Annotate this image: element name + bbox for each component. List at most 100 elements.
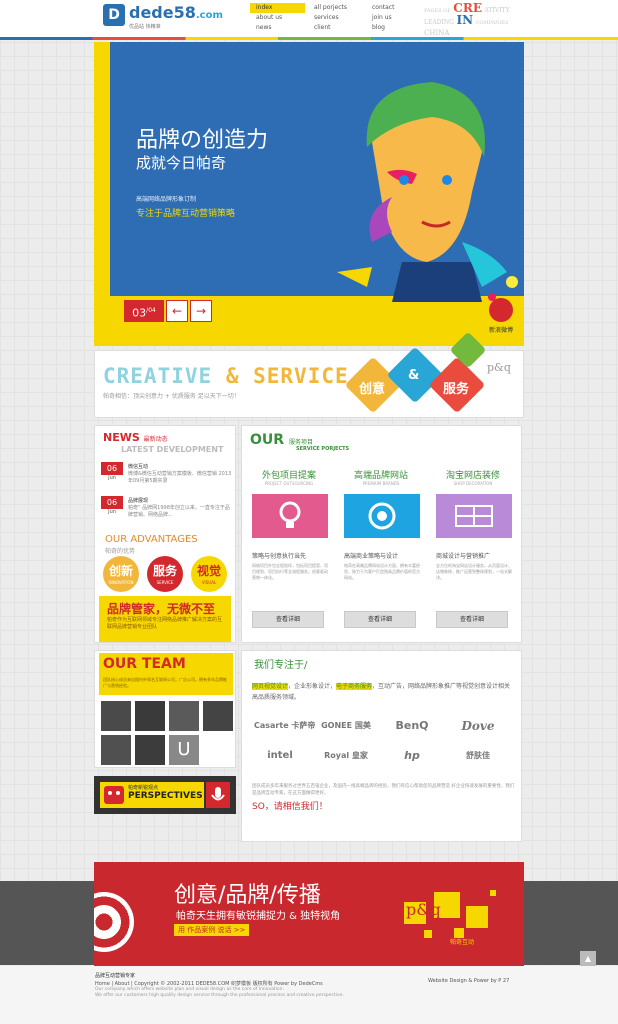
slide-next-button[interactable]: → xyxy=(190,300,212,322)
client-logo-benq[interactable]: BenQ xyxy=(386,715,438,737)
logo-mark: D xyxy=(103,4,125,26)
team-panel: OUR TEAM 团队核心成员来自国内外知名互联网公司，广告公司，拥有多年品牌推… xyxy=(94,650,236,768)
advantage-visual: 视觉 VISUAL xyxy=(191,556,227,592)
nav-join[interactable]: join us xyxy=(366,13,421,23)
services-subheading: SERVICE PORJECTS xyxy=(296,446,350,452)
creative-amp: & xyxy=(225,364,240,388)
hero-small-line-1: 高端网络品牌形象订制 xyxy=(136,196,197,203)
advantage-service-cn: 服务 xyxy=(152,564,177,578)
news-subheading: LATEST DEVELOPMENT xyxy=(121,445,224,454)
perspectives-banner[interactable]: 帕奇新锐观点 PERSPECTIVES xyxy=(94,776,236,814)
news-heading-en: NEWS xyxy=(103,431,140,444)
corner-text-5: IN xyxy=(456,13,474,27)
service-description: 网络项目外包全程陪伴，包括项目提案、项目规划、项目执行等全流程服务，创意驱动营销… xyxy=(252,563,328,580)
nav-index[interactable]: index xyxy=(250,3,305,13)
promo-title: 创意/品牌/传播 xyxy=(174,883,321,908)
team-description: 团队核心成员来自国内外知名互联网公司，广告公司，拥有多年品牌推广与营销经验。 xyxy=(103,677,227,688)
client-logo-royal[interactable]: Royal 皇家 xyxy=(320,745,372,767)
back-to-top-button[interactable]: ▲ xyxy=(580,951,596,967)
lightbulb-icon xyxy=(252,494,328,538)
news-item[interactable]: 06 Jun 微信互动 微博&微信互动营销方案模板、微信营销 2013年09月第5… xyxy=(101,462,233,492)
hero-small-line-2: 专注于品牌互动营销策略 xyxy=(136,209,236,219)
services-heading-cn: 服务项目 xyxy=(288,439,313,446)
hero-subtitle: 成就今日帕奇 xyxy=(136,154,227,172)
nav-news[interactable]: news xyxy=(250,23,305,33)
client-logo-casarte[interactable]: Casarte 卡萨帝 xyxy=(254,715,315,737)
news-title[interactable]: 品牌展现 xyxy=(128,497,148,504)
news-month: Jun xyxy=(108,509,116,515)
smiley-icon xyxy=(104,786,124,804)
slide-prev-button[interactable]: ← xyxy=(166,300,188,322)
client-logo-gonee[interactable]: GONEE 国美 xyxy=(320,715,372,737)
promo-banner: 创意/品牌/传播 帕奇天生拥有敏锐捕捉力 & 独特视角 用 作品案例 说话 >>… xyxy=(94,862,524,966)
service-description: 帕奇在高端品牌网站设计方面，拥有丰富经验，致力于为客户打造独具品牌价值的官方网站… xyxy=(344,563,420,580)
focus-description: 网页视觉设计，企业形象设计，电子商务服务，互动广告，网络品牌形象推广等视觉创意设… xyxy=(252,681,514,703)
service-detail-button[interactable]: 查看详细 xyxy=(436,611,508,628)
weibo-link[interactable]: 新浪微博 xyxy=(479,298,523,342)
team-more-tile[interactable]: U xyxy=(169,735,199,765)
nav-blog[interactable]: blog xyxy=(366,23,421,33)
news-excerpt: 帕奇“ 品牌网1998年创立以来，一直专注于品牌营销、网络品牌... xyxy=(128,505,230,518)
advantage-innovation-cn: 创新 xyxy=(108,564,133,578)
nav-contact[interactable]: contact xyxy=(366,3,421,13)
brand-steward-text: 帕奇作为互联网领域专注网络品牌推广解决方案的互联网品牌营销专业团队 xyxy=(107,617,223,630)
news-excerpt: 微博&微信互动营销方案模板、微信营销 2013年09月第5期实录 xyxy=(128,471,232,484)
team-member-photo[interactable] xyxy=(101,701,131,731)
services-heading-en: OUR xyxy=(250,432,285,448)
client-logo-dove[interactable]: Dove xyxy=(452,715,504,737)
nav-column-2: all porjects services client xyxy=(308,3,363,33)
slide-counter: 03/04 xyxy=(124,300,164,322)
service-title-en: PREMIUM BRANDS xyxy=(362,481,400,486)
promo-subtitle: 帕奇天生拥有敏锐捕捉力 & 独特视角 xyxy=(176,911,341,922)
focus-panel: 我们专注于/ 网页视觉设计，企业形象设计，电子商务服务，互动广告，网络品牌形象推… xyxy=(241,650,522,842)
service-column: 淘宝网店装修 SHOP DECORATION 商城设计与营销推广 全方位的淘宝网… xyxy=(428,466,518,636)
advantage-innovation: 创新 INNOVATION xyxy=(103,556,139,592)
footer-desc-1: Our company which offers website plan an… xyxy=(95,987,284,992)
portfolio-link[interactable]: 用 作品案例 说话 >> xyxy=(174,924,250,936)
corner-text-1: PAGES OF xyxy=(424,8,451,14)
service-detail-button[interactable]: 查看详细 xyxy=(344,611,416,628)
news-title[interactable]: 微信互动 xyxy=(128,463,148,470)
brand-steward-title: 品牌管家，无微不至 xyxy=(107,602,216,616)
hero-portrait-illustration xyxy=(337,82,518,302)
advantage-visual-cn: 视觉 xyxy=(196,564,221,578)
team-member-photo[interactable] xyxy=(135,735,165,765)
footer-copyright: Home | About | Copyright © 2002-2011 DED… xyxy=(95,981,323,987)
slide-current: 03 xyxy=(132,306,147,320)
service-title: 淘宝网店装修 xyxy=(445,471,500,481)
microphone-icon xyxy=(206,782,230,808)
service-column: 高端品牌网站 PREMIUM BRANDS 高端商业策略与设计 帕奇在高端品牌网… xyxy=(336,466,426,636)
logo-tld: .com xyxy=(195,10,223,21)
team-member-photo[interactable] xyxy=(101,735,131,765)
nav-client[interactable]: client xyxy=(308,23,363,33)
service-headline: 策略与创意执行当先 xyxy=(252,553,307,560)
client-logo-safeguard[interactable]: 舒肤佳 xyxy=(452,745,504,767)
news-heading: NEWS 最新动态 xyxy=(103,431,168,444)
client-logo-intel[interactable]: intel xyxy=(254,745,306,767)
client-logo-hp[interactable]: hp xyxy=(386,745,438,767)
news-item[interactable]: 06 Jun 品牌展现 帕奇“ 品牌网1998年创立以来，一直专注于品牌营销、网络… xyxy=(101,496,233,526)
hex-creative-label: 创意 xyxy=(359,382,386,397)
shop-grid-icon xyxy=(436,494,512,538)
team-title: OUR TEAM xyxy=(103,656,186,672)
site-logo[interactable]: D dede58.com 优品站 快精准 xyxy=(103,3,223,34)
nav-projects[interactable]: all porjects xyxy=(308,3,363,13)
service-headline: 高端商业策略与设计 xyxy=(344,553,399,560)
nav-services[interactable]: services xyxy=(308,13,363,23)
slide-total: /04 xyxy=(146,307,156,314)
team-member-photo[interactable] xyxy=(169,701,199,731)
promo-pq-mark: p&q xyxy=(406,900,441,919)
hex-amp-label: & xyxy=(408,368,420,383)
nav-column-3: contact join us blog xyxy=(366,3,421,33)
nav-about[interactable]: about us xyxy=(250,13,305,23)
footer-desc-2: We offer our customers high quality desi… xyxy=(95,993,344,998)
focus-bottom-text: 团队成员多年来服务过世界五百强企业，及国内一线高端品牌的经验，我们有信心帮助您的… xyxy=(252,784,515,796)
site-footer: 品牌互动营销专家 Home | About | Copyright © 2002… xyxy=(0,966,618,1024)
service-title: 高端品牌网站 xyxy=(353,471,408,481)
header-corner-typography: PAGES OF CRE ATIVITY LEADING IN COMPANIE… xyxy=(424,2,524,37)
news-date: 06 Jun xyxy=(101,462,123,484)
team-member-photo[interactable] xyxy=(135,701,165,731)
focus-title: 我们专注于/ xyxy=(254,660,308,671)
service-detail-button[interactable]: 查看详细 xyxy=(252,611,324,628)
team-member-photo[interactable] xyxy=(203,701,233,731)
